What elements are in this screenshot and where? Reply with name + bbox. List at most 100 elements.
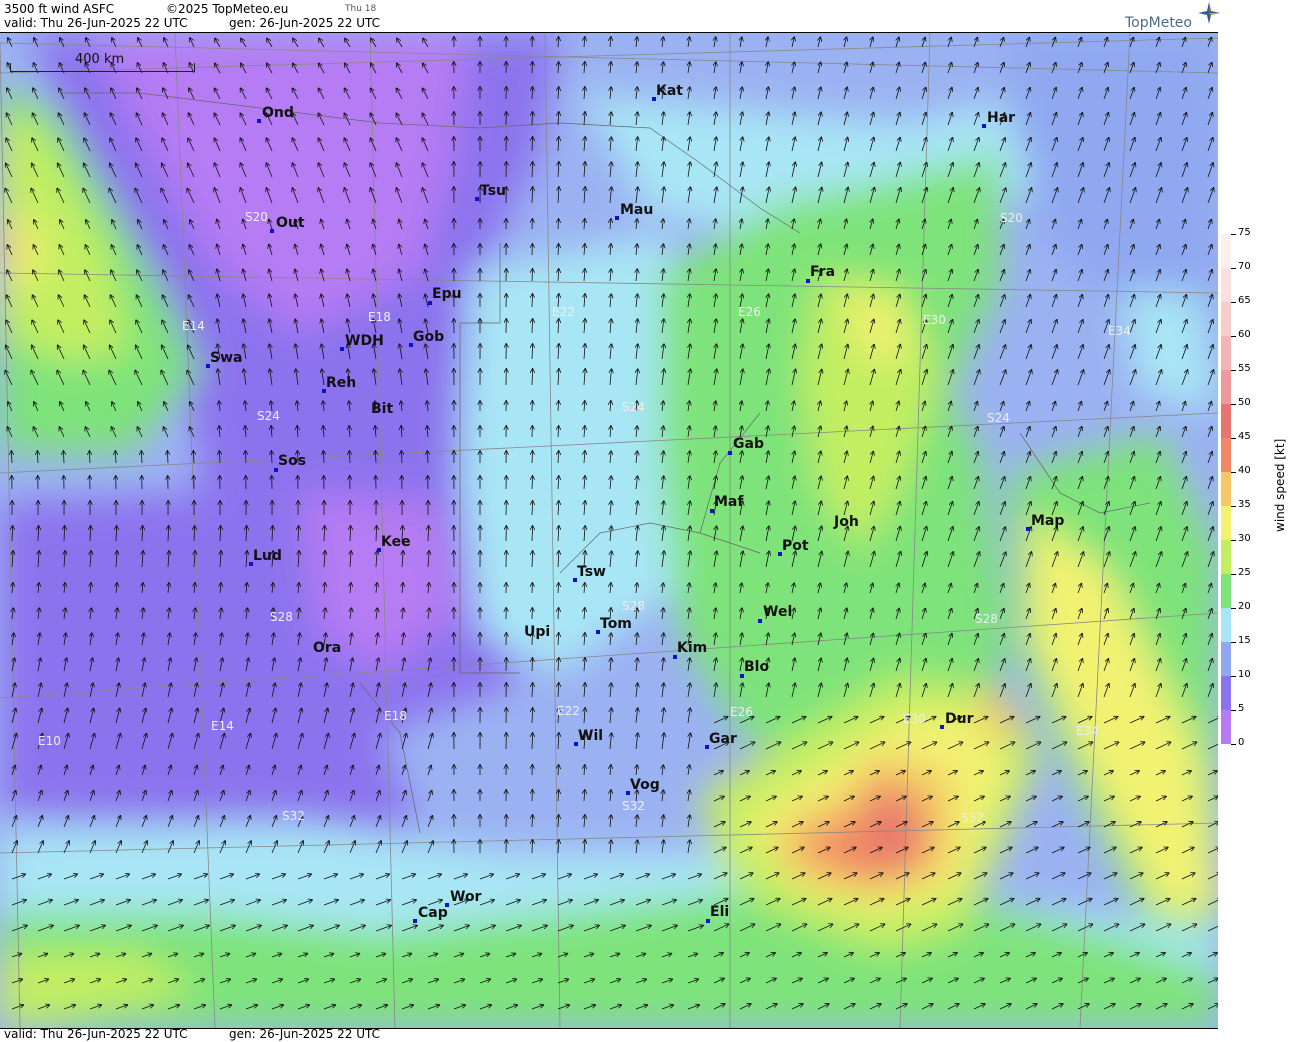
city-label: Kee (381, 534, 411, 550)
city-marker (475, 197, 479, 201)
city-label: Wor (450, 889, 482, 905)
legend-tick (1231, 302, 1236, 303)
legend-tick (1231, 404, 1236, 405)
city-label: Cap (418, 905, 448, 921)
grid-label: E14 (211, 719, 234, 733)
legend-color-step (1221, 506, 1231, 540)
city-label: Tsw (577, 564, 606, 580)
city-label: Eli (710, 904, 730, 920)
city-label: Ora (313, 640, 342, 656)
city-label: Out (276, 215, 305, 231)
city-label: Bit (371, 401, 394, 417)
city-label: Har (987, 110, 1016, 126)
city-label: Gar (709, 731, 737, 747)
legend-tick-label: 70 (1238, 261, 1251, 272)
city-marker (758, 619, 762, 623)
wind-field (0, 33, 1218, 1028)
legend-tick (1231, 472, 1236, 473)
city-label: Pot (782, 538, 809, 554)
city-label: Joh (834, 514, 859, 530)
legend-tick (1231, 234, 1236, 235)
legend-tick (1231, 336, 1236, 337)
grid-label: E14 (182, 319, 205, 333)
legend-color-step (1221, 268, 1231, 302)
legend-tick (1231, 438, 1236, 439)
city-marker (615, 216, 619, 220)
legend-color-step (1221, 404, 1231, 438)
legend-tick-label: 45 (1238, 431, 1251, 442)
legend-color-step (1221, 540, 1231, 574)
legend-color-step (1221, 302, 1231, 336)
legend-tick-label: 50 (1238, 397, 1251, 408)
city-marker (257, 119, 261, 123)
legend-tick-label: 10 (1238, 669, 1251, 680)
legend-tick-label: 20 (1238, 601, 1251, 612)
city-label: Mau (620, 202, 654, 218)
product-title: 3500 ft wind ASFC (4, 2, 115, 16)
wind-map[interactable]: 400 km S20 S20 E14 E18 E22 E26 E30 E34 S… (0, 32, 1218, 1029)
grid-label: S28 (270, 610, 293, 624)
legend-tick (1231, 608, 1236, 609)
city-marker (340, 347, 344, 351)
legend-tick (1231, 268, 1236, 269)
legend-tick (1231, 540, 1236, 541)
valid-time: valid: Thu 26-Jun-2025 22 UTC (4, 16, 188, 30)
generated-time: gen: 26-Jun-2025 22 UTC (229, 16, 381, 30)
grid-label: E26 (730, 705, 753, 719)
grid-label: E34 (1076, 724, 1099, 738)
city-label: Reh (326, 375, 357, 391)
city-marker (982, 124, 986, 128)
city-label: Fra (810, 264, 836, 280)
day-label: Thu 18 (345, 4, 377, 14)
legend-color-step (1221, 370, 1231, 404)
grid-label: S32 (961, 811, 984, 825)
footer-valid-time: valid: Thu 26-Jun-2025 22 UTC (4, 1027, 188, 1041)
city-label: Upi (524, 624, 551, 640)
grid-label: E34 (1108, 324, 1131, 338)
legend-tick-label: 40 (1238, 465, 1251, 476)
grid-label: E22 (552, 305, 575, 319)
legend-color-step (1221, 336, 1231, 370)
compass-star-icon (1198, 2, 1220, 24)
legend-tick-label: 0 (1238, 737, 1245, 748)
grid-label: E18 (384, 709, 407, 723)
legend-title: wind speed [kt] (1273, 438, 1287, 532)
legend-tick (1231, 744, 1236, 745)
city-label: Ond (262, 105, 294, 121)
city-label: Lud (253, 548, 282, 564)
topmeteo-logo[interactable]: TopMeteo (1125, 15, 1192, 31)
legend-tick (1231, 642, 1236, 643)
legend-color-step (1221, 608, 1231, 642)
grid-label: E30 (903, 712, 926, 726)
legend-tick-label: 5 (1238, 703, 1245, 714)
grid-label: E26 (738, 305, 761, 319)
city-label: Tom (600, 616, 632, 632)
city-label: Wel (763, 604, 793, 620)
legend-tick-label: 15 (1238, 635, 1251, 646)
grid-label: S20 (1000, 211, 1023, 225)
legend-tick-label: 25 (1238, 567, 1251, 578)
city-label: WDH (345, 333, 384, 349)
grid-label: S24 (257, 409, 280, 423)
legend-color-step (1221, 472, 1231, 506)
city-label: Vog (630, 777, 660, 793)
grid-label: S32 (622, 799, 645, 813)
footer-generated-time: gen: 26-Jun-2025 22 UTC (229, 1027, 381, 1041)
city-marker (940, 725, 944, 729)
copyright-text: ©2025 TopMeteo.eu (166, 2, 289, 16)
legend-tick (1231, 370, 1236, 371)
city-label: Kim (677, 640, 708, 656)
city-marker (1026, 527, 1030, 531)
grid-label: E10 (38, 734, 61, 748)
legend-tick-label: 75 (1238, 227, 1251, 238)
city-marker (728, 451, 732, 455)
legend-color-step (1221, 710, 1231, 744)
grid-label: S24 (987, 411, 1010, 425)
city-label: Maf (714, 494, 744, 510)
legend-color-step (1221, 676, 1231, 710)
legend-color-step (1221, 438, 1231, 472)
grid-label: S24 (622, 400, 645, 414)
city-label: Sos (278, 453, 307, 469)
grid-label: S20 (245, 210, 268, 224)
legend-tick (1231, 506, 1236, 507)
